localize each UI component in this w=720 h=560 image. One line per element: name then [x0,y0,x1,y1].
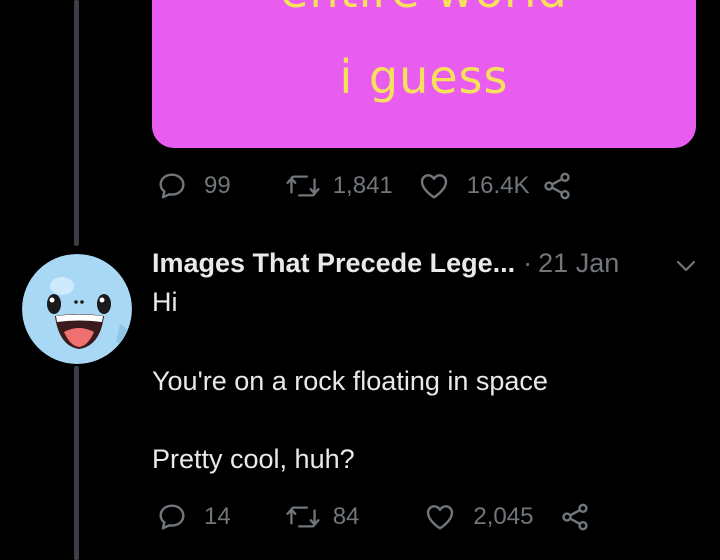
reply-icon [159,504,185,530]
like-count: 16.4K [466,172,530,199]
share-icon [562,503,589,531]
tweet-date[interactable]: 21 Jan [538,248,619,279]
avatar-image [22,254,132,364]
thread-line-bottom [74,366,79,560]
tweet-menu-button[interactable] [672,256,700,281]
like-icon [427,505,454,530]
media-text-line2: i guess [339,50,509,104]
like-button[interactable]: 16.4K [417,170,530,202]
tweet-media-image[interactable]: entire world i guess [152,0,696,148]
retweet-button[interactable]: 1,841 [285,170,393,202]
retweet-icon [286,506,320,528]
retweet-icon [286,175,320,197]
chevron-down-icon [676,260,696,272]
share-button[interactable] [541,170,573,202]
like-icon [420,174,447,199]
reply-count: 14 [204,503,231,530]
author-avatar[interactable] [22,254,132,364]
tweet2-action-bar: 14 84 2,045 [156,497,591,537]
reply-button[interactable]: 99 [156,170,231,202]
like-button[interactable]: 2,045 [423,501,533,533]
thread-line-top [74,0,79,246]
tweet-text-line3: Pretty cool, huh? [152,444,355,474]
reply-count: 99 [204,172,231,199]
tweet1-action-bar: 99 1,841 16.4K [156,166,573,206]
tweet-separator: · [523,248,533,278]
reply-icon [159,173,185,199]
tweet-text-line1: Hi [152,287,178,317]
share-button[interactable] [559,501,591,533]
media-text-line1: entire world [152,0,696,18]
tweet-text-line2: You're on a rock floating in space [152,366,548,396]
like-count: 2,045 [473,503,534,530]
author-name[interactable]: Images That Precede Lege... [152,248,515,279]
retweet-button[interactable]: 84 [285,501,360,533]
retweet-count: 1,841 [332,172,393,199]
retweet-count: 84 [332,503,360,530]
reply-button[interactable]: 14 [156,501,231,533]
share-icon [544,172,571,200]
tweet-header: Images That Precede Lege... · 21 Jan [152,248,619,279]
